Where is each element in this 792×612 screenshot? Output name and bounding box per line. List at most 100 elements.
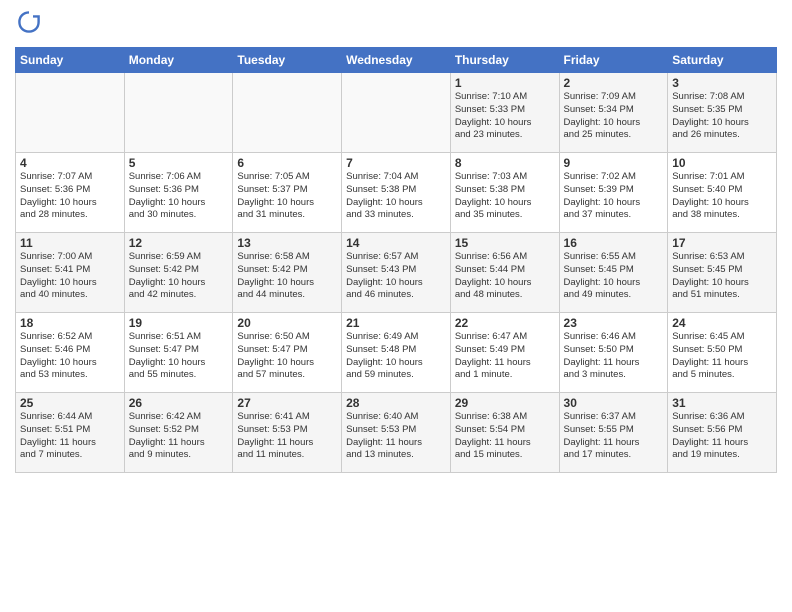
day-number: 6 [237,156,337,170]
calendar-cell: 7Sunrise: 7:04 AM Sunset: 5:38 PM Daylig… [342,153,451,233]
calendar-cell: 15Sunrise: 6:56 AM Sunset: 5:44 PM Dayli… [450,233,559,313]
day-info: Sunrise: 7:02 AM Sunset: 5:39 PM Dayligh… [564,171,664,222]
calendar-cell: 24Sunrise: 6:45 AM Sunset: 5:50 PM Dayli… [668,313,777,393]
calendar-week-row: 18Sunrise: 6:52 AM Sunset: 5:46 PM Dayli… [16,313,777,393]
calendar-cell: 28Sunrise: 6:40 AM Sunset: 5:53 PM Dayli… [342,393,451,473]
day-info: Sunrise: 6:37 AM Sunset: 5:55 PM Dayligh… [564,411,664,462]
calendar-cell [16,73,125,153]
calendar-cell: 12Sunrise: 6:59 AM Sunset: 5:42 PM Dayli… [124,233,233,313]
day-info: Sunrise: 7:01 AM Sunset: 5:40 PM Dayligh… [672,171,772,222]
day-info: Sunrise: 7:03 AM Sunset: 5:38 PM Dayligh… [455,171,555,222]
day-number: 7 [346,156,446,170]
calendar-cell: 27Sunrise: 6:41 AM Sunset: 5:53 PM Dayli… [233,393,342,473]
calendar-header-row: SundayMondayTuesdayWednesdayThursdayFrid… [16,48,777,73]
day-info: Sunrise: 6:45 AM Sunset: 5:50 PM Dayligh… [672,331,772,382]
day-info: Sunrise: 6:38 AM Sunset: 5:54 PM Dayligh… [455,411,555,462]
day-number: 17 [672,236,772,250]
day-number: 21 [346,316,446,330]
day-info: Sunrise: 6:46 AM Sunset: 5:50 PM Dayligh… [564,331,664,382]
day-info: Sunrise: 7:04 AM Sunset: 5:38 PM Dayligh… [346,171,446,222]
calendar-cell: 26Sunrise: 6:42 AM Sunset: 5:52 PM Dayli… [124,393,233,473]
calendar-cell: 5Sunrise: 7:06 AM Sunset: 5:36 PM Daylig… [124,153,233,233]
day-number: 12 [129,236,229,250]
calendar-cell: 6Sunrise: 7:05 AM Sunset: 5:37 PM Daylig… [233,153,342,233]
day-info: Sunrise: 6:51 AM Sunset: 5:47 PM Dayligh… [129,331,229,382]
weekday-header: Sunday [16,48,125,73]
day-info: Sunrise: 6:50 AM Sunset: 5:47 PM Dayligh… [237,331,337,382]
calendar-cell: 16Sunrise: 6:55 AM Sunset: 5:45 PM Dayli… [559,233,668,313]
page-header [15,10,777,39]
day-info: Sunrise: 7:06 AM Sunset: 5:36 PM Dayligh… [129,171,229,222]
calendar-cell: 10Sunrise: 7:01 AM Sunset: 5:40 PM Dayli… [668,153,777,233]
logo [15,10,41,39]
day-number: 14 [346,236,446,250]
weekday-header: Monday [124,48,233,73]
calendar-cell: 17Sunrise: 6:53 AM Sunset: 5:45 PM Dayli… [668,233,777,313]
day-number: 15 [455,236,555,250]
day-number: 4 [20,156,120,170]
day-number: 24 [672,316,772,330]
day-number: 22 [455,316,555,330]
day-info: Sunrise: 7:10 AM Sunset: 5:33 PM Dayligh… [455,91,555,142]
day-number: 9 [564,156,664,170]
day-number: 10 [672,156,772,170]
calendar-week-row: 4Sunrise: 7:07 AM Sunset: 5:36 PM Daylig… [16,153,777,233]
day-info: Sunrise: 6:41 AM Sunset: 5:53 PM Dayligh… [237,411,337,462]
calendar-cell: 21Sunrise: 6:49 AM Sunset: 5:48 PM Dayli… [342,313,451,393]
day-number: 28 [346,396,446,410]
day-info: Sunrise: 7:08 AM Sunset: 5:35 PM Dayligh… [672,91,772,142]
day-info: Sunrise: 6:59 AM Sunset: 5:42 PM Dayligh… [129,251,229,302]
day-number: 25 [20,396,120,410]
day-info: Sunrise: 6:58 AM Sunset: 5:42 PM Dayligh… [237,251,337,302]
day-number: 2 [564,76,664,90]
calendar-week-row: 1Sunrise: 7:10 AM Sunset: 5:33 PM Daylig… [16,73,777,153]
day-info: Sunrise: 7:05 AM Sunset: 5:37 PM Dayligh… [237,171,337,222]
calendar-cell: 29Sunrise: 6:38 AM Sunset: 5:54 PM Dayli… [450,393,559,473]
calendar-cell: 23Sunrise: 6:46 AM Sunset: 5:50 PM Dayli… [559,313,668,393]
calendar-cell: 20Sunrise: 6:50 AM Sunset: 5:47 PM Dayli… [233,313,342,393]
day-info: Sunrise: 7:00 AM Sunset: 5:41 PM Dayligh… [20,251,120,302]
calendar-cell: 18Sunrise: 6:52 AM Sunset: 5:46 PM Dayli… [16,313,125,393]
calendar-week-row: 11Sunrise: 7:00 AM Sunset: 5:41 PM Dayli… [16,233,777,313]
day-number: 29 [455,396,555,410]
day-number: 5 [129,156,229,170]
weekday-header: Tuesday [233,48,342,73]
day-number: 27 [237,396,337,410]
day-info: Sunrise: 6:47 AM Sunset: 5:49 PM Dayligh… [455,331,555,382]
day-info: Sunrise: 6:57 AM Sunset: 5:43 PM Dayligh… [346,251,446,302]
day-number: 11 [20,236,120,250]
day-number: 23 [564,316,664,330]
calendar-cell: 2Sunrise: 7:09 AM Sunset: 5:34 PM Daylig… [559,73,668,153]
day-number: 20 [237,316,337,330]
day-number: 13 [237,236,337,250]
calendar-cell: 11Sunrise: 7:00 AM Sunset: 5:41 PM Dayli… [16,233,125,313]
weekday-header: Wednesday [342,48,451,73]
calendar-table: SundayMondayTuesdayWednesdayThursdayFrid… [15,47,777,473]
calendar-cell [233,73,342,153]
day-info: Sunrise: 7:09 AM Sunset: 5:34 PM Dayligh… [564,91,664,142]
weekday-header: Saturday [668,48,777,73]
calendar-cell [124,73,233,153]
day-number: 18 [20,316,120,330]
day-info: Sunrise: 6:36 AM Sunset: 5:56 PM Dayligh… [672,411,772,462]
day-info: Sunrise: 6:49 AM Sunset: 5:48 PM Dayligh… [346,331,446,382]
calendar-cell: 14Sunrise: 6:57 AM Sunset: 5:43 PM Dayli… [342,233,451,313]
calendar-cell: 3Sunrise: 7:08 AM Sunset: 5:35 PM Daylig… [668,73,777,153]
day-info: Sunrise: 6:55 AM Sunset: 5:45 PM Dayligh… [564,251,664,302]
day-number: 26 [129,396,229,410]
day-info: Sunrise: 6:42 AM Sunset: 5:52 PM Dayligh… [129,411,229,462]
calendar-cell: 13Sunrise: 6:58 AM Sunset: 5:42 PM Dayli… [233,233,342,313]
calendar-week-row: 25Sunrise: 6:44 AM Sunset: 5:51 PM Dayli… [16,393,777,473]
day-number: 8 [455,156,555,170]
calendar-cell: 1Sunrise: 7:10 AM Sunset: 5:33 PM Daylig… [450,73,559,153]
calendar-cell: 25Sunrise: 6:44 AM Sunset: 5:51 PM Dayli… [16,393,125,473]
day-info: Sunrise: 6:44 AM Sunset: 5:51 PM Dayligh… [20,411,120,462]
day-info: Sunrise: 7:07 AM Sunset: 5:36 PM Dayligh… [20,171,120,222]
calendar-cell: 9Sunrise: 7:02 AM Sunset: 5:39 PM Daylig… [559,153,668,233]
calendar-cell [342,73,451,153]
calendar-cell: 19Sunrise: 6:51 AM Sunset: 5:47 PM Dayli… [124,313,233,393]
day-info: Sunrise: 6:52 AM Sunset: 5:46 PM Dayligh… [20,331,120,382]
day-info: Sunrise: 6:53 AM Sunset: 5:45 PM Dayligh… [672,251,772,302]
day-info: Sunrise: 6:40 AM Sunset: 5:53 PM Dayligh… [346,411,446,462]
day-number: 3 [672,76,772,90]
